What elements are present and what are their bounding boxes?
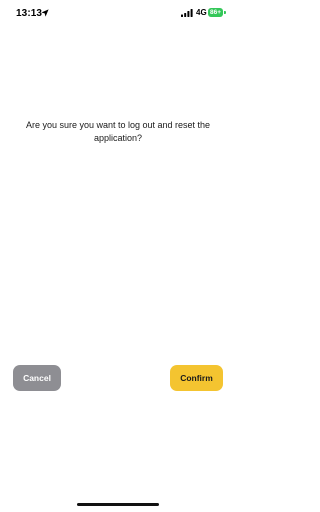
battery-cap [224, 11, 226, 14]
status-time: 13:13 [16, 8, 43, 19]
home-indicator[interactable] [77, 503, 159, 506]
logout-confirm-message: Are you sure you want to log out and res… [25, 120, 211, 143]
cancel-button[interactable]: Cancel [13, 365, 61, 391]
status-bar: 13:13 4G 86+ [0, 0, 236, 28]
cellular-signal-icon [181, 9, 193, 17]
network-type: 4G [196, 8, 207, 17]
battery-icon: 86+ [208, 8, 223, 17]
location-arrow-icon [41, 9, 49, 17]
confirm-button[interactable]: Confirm [170, 365, 223, 391]
